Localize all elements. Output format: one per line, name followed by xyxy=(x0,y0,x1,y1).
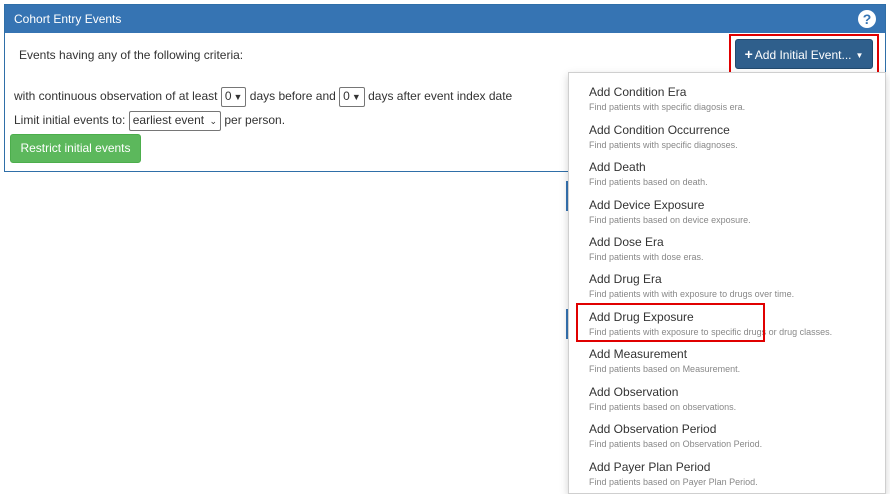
caret-down-icon: ▼ xyxy=(351,92,361,102)
days-after-select[interactable]: 0 ▼ xyxy=(339,87,365,107)
limit-events-select[interactable]: earliest event ⌄ xyxy=(128,111,221,131)
dropdown-item-description: Find patients based on Measurement. xyxy=(589,364,741,374)
dropdown-item-device-exposure[interactable]: Add Device Exposure Find patients based … xyxy=(589,198,879,234)
dropdown-item-observation[interactable]: Add Observation Find patients based on o… xyxy=(589,385,879,421)
dropdown-item-payer-plan-period[interactable]: Add Payer Plan Period Find patients base… xyxy=(589,460,879,493)
dropdown-item-label: Add Payer Plan Period xyxy=(589,460,711,474)
dropdown-item-label: Add Drug Era xyxy=(589,272,662,286)
dropdown-item-label: Add Death xyxy=(589,160,646,174)
observation-suffix: days after event index date xyxy=(368,89,513,104)
criteria-text: Events having any of the following crite… xyxy=(19,48,244,62)
limit-line: Limit initial events to: earliest event … xyxy=(14,111,285,131)
dropdown-item-observation-period[interactable]: Add Observation Period Find patients bas… xyxy=(589,422,879,458)
dropdown-item-label: Add Dose Era xyxy=(589,235,664,249)
dropdown-item-description: Find patients with with exposure to drug… xyxy=(589,289,795,299)
dropdown-item-label: Add Device Exposure xyxy=(589,198,705,212)
dropdown-item-description: Find patients with exposure to specific … xyxy=(589,327,833,337)
add-initial-event-button[interactable]: + Add Initial Event... ▼ xyxy=(735,39,873,69)
dropdown-item-label: Add Drug Exposure xyxy=(589,310,694,324)
dropdown-item-label: Add Observation xyxy=(589,385,679,399)
limit-suffix: per person. xyxy=(224,113,286,128)
dropdown-item-label: Add Condition Occurrence xyxy=(589,123,730,137)
chevron-down-icon: ⌄ xyxy=(209,116,217,126)
limit-prefix: Limit initial events to: xyxy=(14,113,126,128)
question-circle-icon[interactable]: ? xyxy=(858,10,876,28)
observation-middle: days before and xyxy=(249,89,336,104)
dropdown-item-description: Find patients with specific diagnoses. xyxy=(589,140,738,150)
dropdown-item-description: Find patients based on death. xyxy=(589,177,708,187)
initial-event-dropdown-menu: Add Condition Era Find patients with spe… xyxy=(568,72,886,494)
restrict-initial-events-button[interactable]: Restrict initial events xyxy=(10,134,141,163)
dropdown-item-description: Find patients based on Observation Perio… xyxy=(589,439,763,449)
caret-down-icon: ▼ xyxy=(233,92,243,102)
days-before-value: 0 xyxy=(224,89,232,103)
dropdown-item-description: Find patients based on observations. xyxy=(589,402,737,412)
days-after-value: 0 xyxy=(343,89,350,103)
plus-icon: + xyxy=(744,46,753,62)
dropdown-item-drug-era[interactable]: Add Drug Era Find patients with with exp… xyxy=(589,272,879,308)
dropdown-item-label: Add Observation Period xyxy=(589,422,717,436)
add-initial-event-highlight: + Add Initial Event... ▼ xyxy=(729,34,879,74)
panel-header: Cohort Entry Events ? xyxy=(5,5,885,33)
dropdown-item-description: Find patients with specific diagosis era… xyxy=(589,102,746,112)
panel-title: Cohort Entry Events xyxy=(14,12,122,26)
dropdown-item-label: Add Measurement xyxy=(589,347,688,361)
observation-line: with continuous observation of at least … xyxy=(14,87,512,107)
observation-prefix: with continuous observation of at least xyxy=(14,89,218,104)
limit-events-value: earliest event xyxy=(132,113,205,127)
dropdown-item-description: Find patients based on Payer Plan Period… xyxy=(589,477,758,487)
dropdown-item-description: Find patients based on device exposure. xyxy=(589,215,751,225)
dropdown-item-label: Add Condition Era xyxy=(589,85,687,99)
caret-down-icon: ▼ xyxy=(855,51,864,60)
dropdown-item-measurement[interactable]: Add Measurement Find patients based on M… xyxy=(589,347,879,383)
add-initial-event-label: Add Initial Event... xyxy=(754,48,852,62)
dropdown-item-death[interactable]: Add Death Find patients based on death. xyxy=(589,160,879,196)
dropdown-item-dose-era[interactable]: Add Dose Era Find patients with dose era… xyxy=(589,235,879,271)
dropdown-item-drug-exposure[interactable]: Add Drug Exposure Find patients with exp… xyxy=(589,310,879,346)
dropdown-item-description: Find patients with dose eras. xyxy=(589,252,704,262)
dropdown-item-condition-occurrence[interactable]: Add Condition Occurrence Find patients w… xyxy=(589,123,879,159)
days-before-select[interactable]: 0 ▼ xyxy=(220,87,247,107)
dropdown-item-condition-era[interactable]: Add Condition Era Find patients with spe… xyxy=(589,85,879,121)
